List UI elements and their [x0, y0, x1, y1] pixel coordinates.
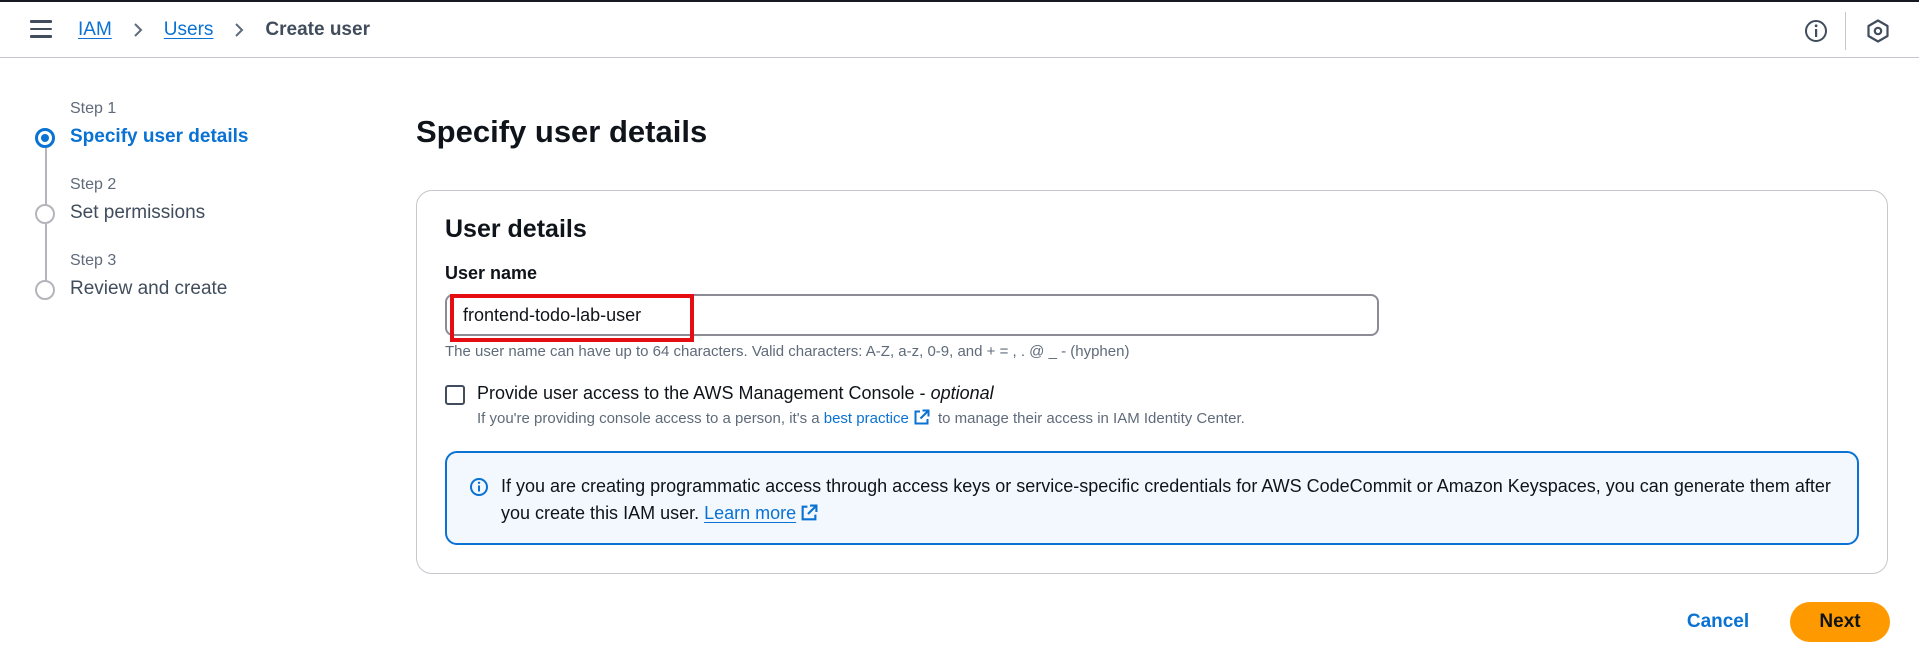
- console-access-desc-before: If you're providing console access to a …: [477, 410, 824, 427]
- step-1-number: Step 1: [70, 100, 117, 117]
- breadcrumb: IAM Users Create user: [78, 19, 370, 41]
- security-hexagon-icon[interactable]: [1865, 18, 1891, 44]
- optional-label: optional: [930, 383, 994, 403]
- cancel-button[interactable]: Cancel: [1677, 604, 1759, 640]
- user-details-container: User details User name The user name can…: [416, 190, 1888, 574]
- user-name-label: User name: [445, 263, 538, 283]
- container-title: User details: [445, 215, 587, 243]
- external-link-icon[interactable]: [913, 409, 930, 426]
- step-2-inactive-icon: [35, 204, 55, 224]
- best-practice-link[interactable]: best practice: [824, 410, 909, 427]
- console-access-label-text: Provide user access to the AWS Managemen…: [477, 383, 931, 403]
- info-circle-icon[interactable]: [1803, 18, 1829, 44]
- console-access-desc-after: to manage their access in IAM Identity C…: [933, 410, 1245, 427]
- step-3-title: Review and create: [70, 278, 228, 299]
- wizard-steps: Step 1 Specify user details Step 2 Set p…: [30, 100, 350, 310]
- next-button[interactable]: Next: [1790, 602, 1890, 642]
- header-divider: [1845, 12, 1846, 50]
- info-alert-message: If you are creating programmatic access …: [501, 476, 1831, 523]
- console-access-checkbox[interactable]: [445, 385, 465, 405]
- step-3-inactive-icon: [35, 280, 55, 300]
- console-access-label[interactable]: Provide user access to the AWS Managemen…: [477, 383, 994, 404]
- info-alert-text: If you are creating programmatic access …: [501, 473, 1831, 527]
- step-3-number: Step 3: [70, 252, 117, 269]
- step-1-title[interactable]: Specify user details: [70, 126, 248, 148]
- chevron-right-icon: [134, 23, 143, 37]
- info-alert: If you are creating programmatic access …: [445, 451, 1859, 545]
- page-title: Specify user details: [416, 114, 708, 149]
- step-1-active-icon: [35, 128, 55, 148]
- step-2-title: Set permissions: [70, 202, 206, 223]
- external-link-icon[interactable]: [800, 504, 818, 522]
- step-2-number: Step 2: [70, 176, 117, 193]
- info-icon: [470, 478, 488, 496]
- breadcrumb-users-link[interactable]: Users: [164, 19, 214, 41]
- user-name-constraint: The user name can have up to 64 characte…: [445, 343, 1130, 360]
- breadcrumb-current: Create user: [265, 19, 370, 40]
- menu-icon[interactable]: [30, 20, 52, 38]
- chevron-right-icon: [235, 23, 244, 37]
- breadcrumb-iam-link[interactable]: IAM: [78, 19, 112, 41]
- step-connector: [45, 148, 47, 206]
- user-name-input[interactable]: [445, 294, 1379, 336]
- learn-more-link[interactable]: Learn more: [704, 503, 796, 523]
- top-navigation-bar: IAM Users Create user: [0, 0, 1919, 58]
- step-connector: [45, 224, 47, 282]
- console-access-description: If you're providing console access to a …: [477, 409, 1245, 427]
